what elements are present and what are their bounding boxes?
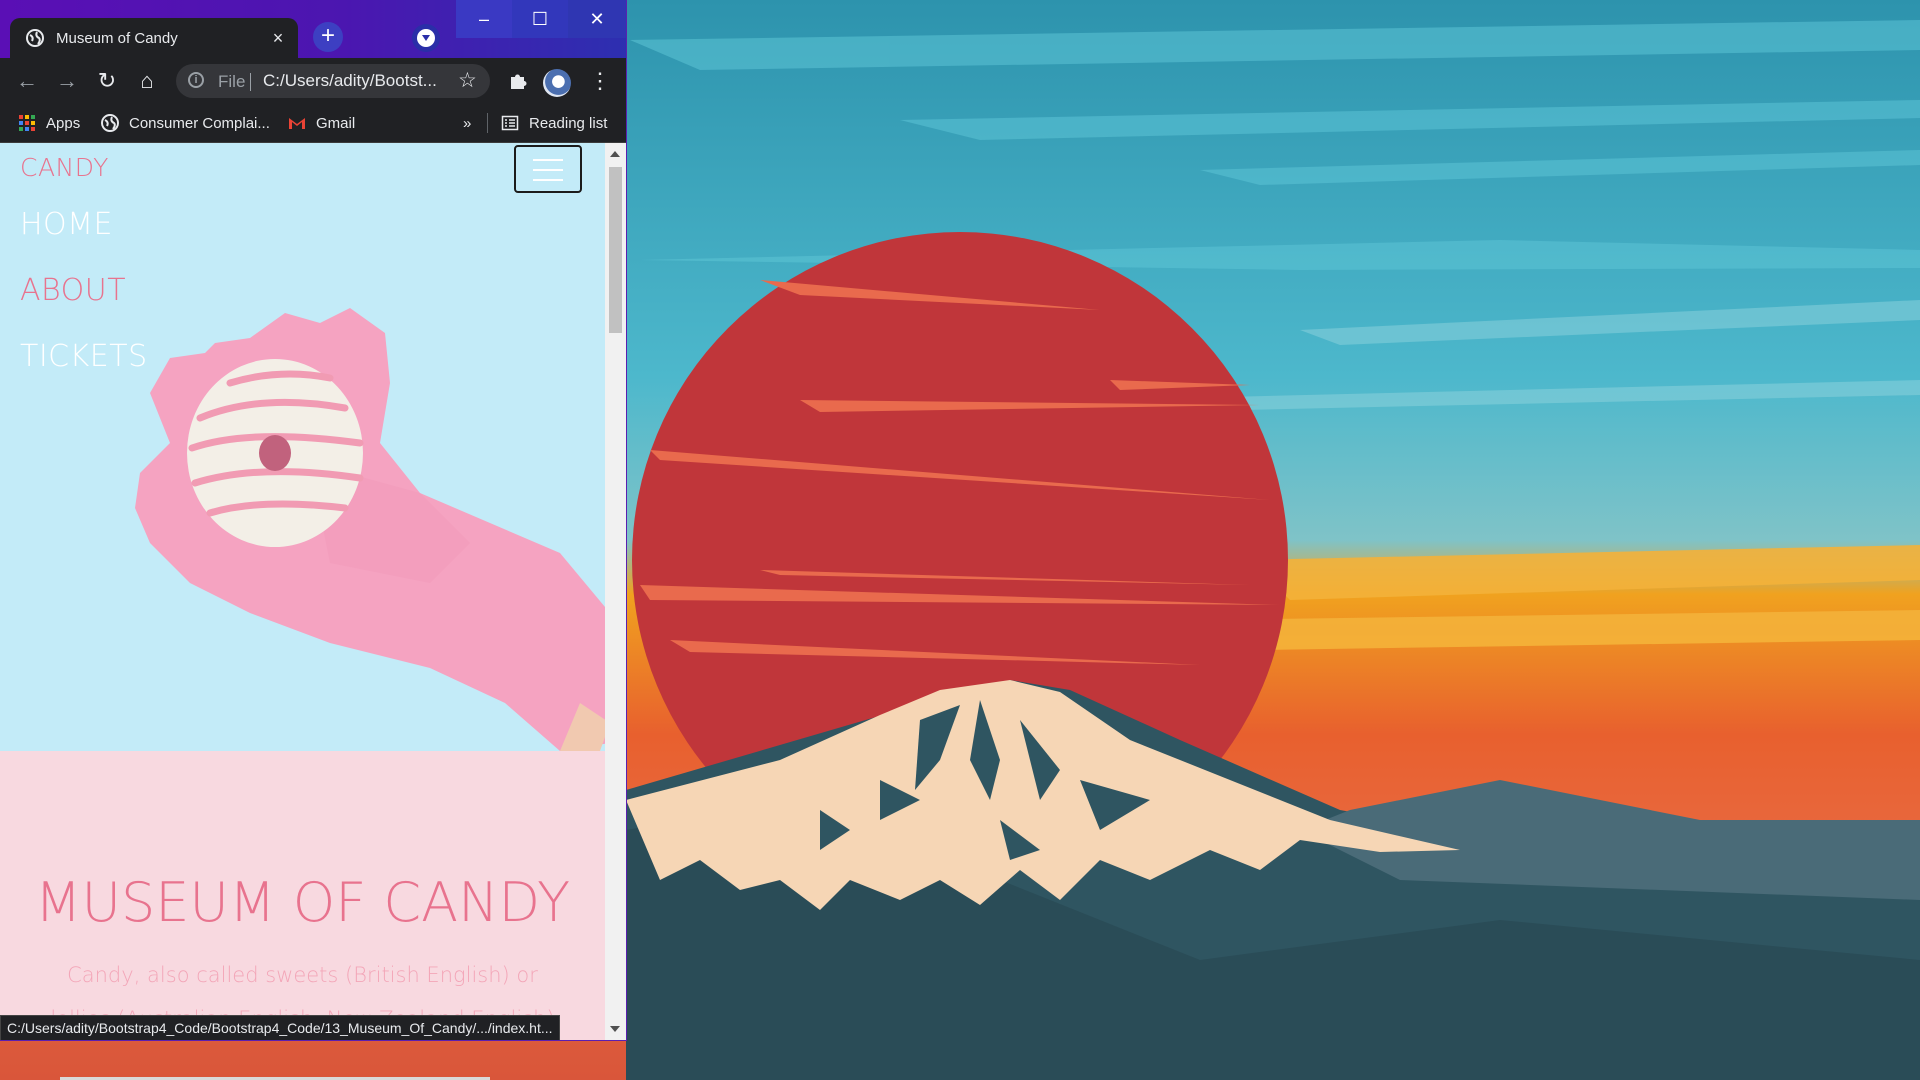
intro-section: MUSEUM OF CANDY Candy, also called sweet… (0, 751, 605, 1040)
page-viewport: CANDY HOME ABOUT TICKETS MUSEUM OF CANDY… (0, 143, 605, 1040)
address-bar[interactable]: i File C:/Users/adity/Bootst... ☆ (176, 64, 490, 98)
menu-icon[interactable]: ⋮ (585, 66, 615, 96)
bookmark-consumer-complaints[interactable]: Consumer Complai... (101, 104, 270, 142)
bookmark-star-icon[interactable]: ☆ (458, 68, 477, 93)
scheme-label: File (218, 72, 246, 91)
nav-link-home[interactable]: HOME (20, 207, 113, 242)
close-window-button[interactable]: ✕ (568, 0, 626, 38)
bookmarks-divider (487, 113, 488, 133)
scroll-down-arrow-icon[interactable] (610, 1026, 620, 1032)
browser-toolbar: ← → ↻ ⌂ i File C:/Users/adity/Bootst... … (0, 58, 626, 104)
url-text[interactable]: C:/Users/adity/Bootst... (263, 71, 455, 91)
scrollbar-thumb[interactable] (609, 167, 622, 333)
title-bar: Museum of Candy × + – ☐ ✕ (0, 0, 626, 58)
nav-link-tickets[interactable]: TICKETS (20, 339, 148, 374)
page-title: MUSEUM OF CANDY (34, 871, 571, 934)
hamburger-line (533, 159, 563, 161)
hamburger-line (533, 169, 563, 171)
reading-list-label: Reading list (529, 114, 608, 132)
forward-icon[interactable]: → (52, 66, 82, 96)
reload-icon[interactable]: ↻ (92, 66, 122, 96)
vertical-scrollbar[interactable] (605, 143, 626, 1040)
globe-icon (101, 114, 119, 132)
status-bar-url: C:/Users/adity/Bootstrap4_Code/Bootstrap… (0, 1015, 560, 1040)
tab-museum-of-candy[interactable]: Museum of Candy × (10, 18, 298, 58)
gmail-icon (289, 118, 305, 129)
bookmark-gmail-label: Gmail (316, 114, 356, 132)
navbar-toggler-button[interactable] (514, 145, 582, 193)
omnibox-divider (250, 73, 251, 91)
globe-icon (26, 29, 44, 47)
navbar-brand[interactable]: CANDY (20, 153, 109, 182)
reading-list-button[interactable]: Reading list (501, 104, 607, 142)
scroll-up-arrow-icon[interactable] (610, 151, 620, 157)
apps-grid-icon (19, 115, 35, 131)
bookmark-apps-label: Apps (46, 114, 81, 132)
reading-list-icon (501, 115, 519, 131)
nav-link-about[interactable]: ABOUT (20, 273, 126, 308)
minimize-button[interactable]: – (456, 0, 512, 38)
bookmarks-overflow-icon[interactable]: » (463, 104, 471, 142)
back-icon[interactable]: ← (12, 66, 42, 96)
puzzle-icon[interactable] (508, 71, 528, 91)
new-tab-button[interactable]: + (313, 22, 343, 52)
bookmark-consumer-label: Consumer Complai... (129, 114, 270, 132)
info-icon[interactable]: i (188, 72, 204, 88)
profile-avatar[interactable] (543, 69, 571, 97)
home-icon[interactable]: ⌂ (132, 66, 162, 96)
bookmark-gmail[interactable]: Gmail (288, 104, 355, 142)
tab-search-button[interactable] (412, 24, 440, 52)
bookmark-apps[interactable]: Apps (18, 104, 80, 142)
tab-title: Museum of Candy (56, 29, 178, 47)
bookmarks-bar: Apps Consumer Complai... Gmail » Reading… (0, 104, 626, 143)
hamburger-line (533, 179, 563, 181)
hero-section: CANDY HOME ABOUT TICKETS (0, 143, 605, 751)
tab-close-icon[interactable]: × (266, 28, 290, 49)
chevron-down-icon (417, 29, 435, 47)
browser-window: Museum of Candy × + – ☐ ✕ ← → ↻ ⌂ i File… (0, 0, 626, 1040)
maximize-button[interactable]: ☐ (512, 0, 568, 38)
